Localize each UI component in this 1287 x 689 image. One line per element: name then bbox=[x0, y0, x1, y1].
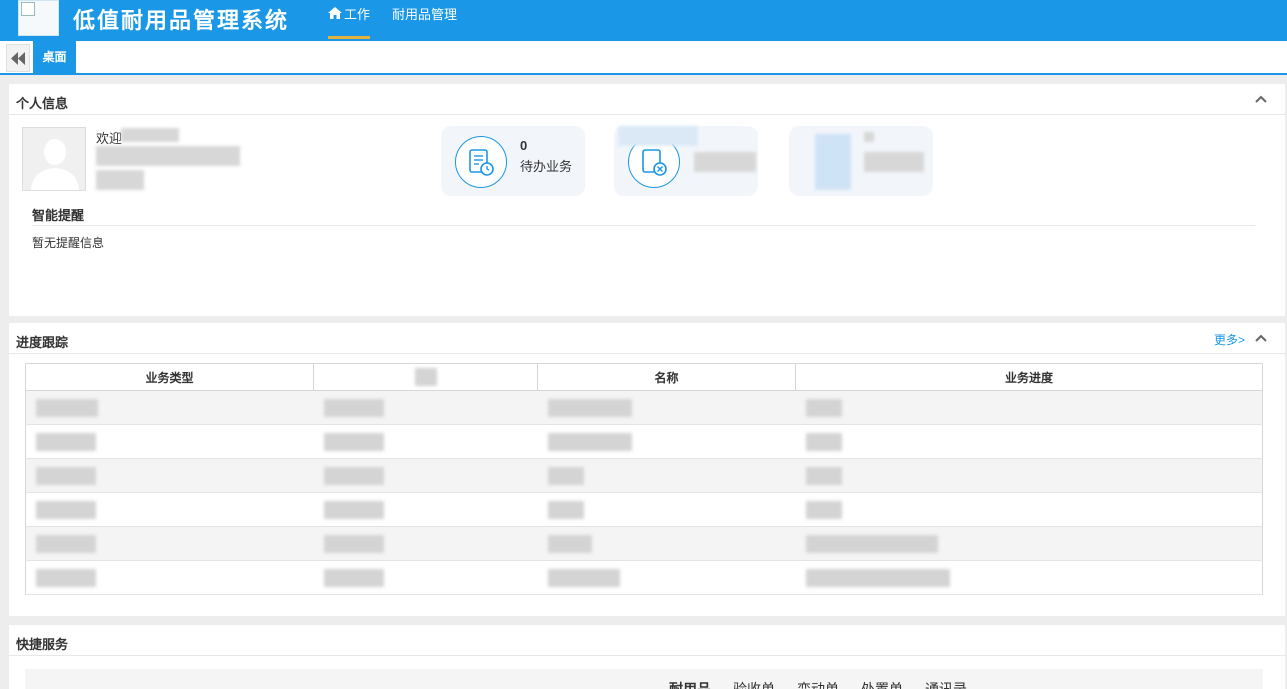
table-row[interactable] bbox=[25, 560, 1263, 595]
redacted-username bbox=[121, 128, 179, 142]
panel-header: 个人信息 bbox=[9, 84, 1285, 115]
table-cell bbox=[25, 560, 314, 595]
progress-table: 业务类型 名称 业务进度 bbox=[25, 363, 1263, 595]
table-cell bbox=[313, 458, 538, 493]
logo bbox=[18, 0, 59, 36]
table-cell bbox=[25, 424, 314, 459]
table-cell bbox=[537, 526, 796, 561]
redacted-stat-top bbox=[618, 126, 698, 146]
stat-card-second[interactable] bbox=[614, 126, 758, 196]
top-nav: 工作 耐用品管理 bbox=[328, 0, 479, 41]
redacted-stat-label bbox=[694, 152, 756, 172]
panel-header: 快捷服务 bbox=[9, 625, 1285, 656]
redacted-role bbox=[96, 170, 144, 190]
table-cell bbox=[795, 390, 1263, 425]
column-header-business-type: 业务类型 bbox=[25, 363, 314, 391]
table-cell bbox=[795, 560, 1263, 595]
table-cell bbox=[537, 390, 796, 425]
nav-durable-goods[interactable]: 耐用品管理 bbox=[392, 0, 457, 41]
panel-title: 快捷服务 bbox=[16, 637, 69, 652]
table-cell bbox=[537, 492, 796, 527]
broken-image-icon bbox=[21, 2, 35, 16]
table-cell bbox=[25, 492, 314, 527]
panel-header: 进度跟踪 更多> bbox=[9, 323, 1285, 354]
redacted-department bbox=[96, 146, 240, 166]
smart-reminder-title: 智能提醒 bbox=[32, 208, 85, 223]
double-left-arrow-icon bbox=[11, 52, 25, 65]
pending-label: 待办业务 bbox=[520, 159, 573, 174]
tab-back-button[interactable] bbox=[6, 44, 30, 72]
nav-work[interactable]: 工作 bbox=[328, 0, 371, 41]
stat-card-third[interactable] bbox=[789, 126, 933, 196]
more-link[interactable]: 更多> bbox=[1214, 331, 1245, 348]
table-cell bbox=[537, 424, 796, 459]
quick-tabs: 耐用品 验收单 变动单 处置单 通讯录 bbox=[669, 679, 989, 689]
table-cell bbox=[795, 458, 1263, 493]
table-cell bbox=[313, 560, 538, 595]
quick-service-panel: 快捷服务 耐用品 验收单 变动单 处置单 通讯录 bbox=[9, 625, 1285, 689]
panel-title: 个人信息 bbox=[16, 96, 69, 111]
pending-count: 0 bbox=[520, 138, 528, 153]
collapse-chevron-icon[interactable] bbox=[1255, 95, 1267, 103]
table-cell bbox=[537, 458, 796, 493]
user-icon bbox=[815, 134, 851, 190]
column-header-progress: 业务进度 bbox=[795, 363, 1263, 391]
quick-tab-change[interactable]: 变动单 bbox=[797, 679, 839, 689]
table-cell bbox=[25, 390, 314, 425]
app-title: 低值耐用品管理系统 bbox=[73, 8, 290, 33]
collapse-chevron-icon[interactable] bbox=[1255, 334, 1267, 342]
home-icon bbox=[328, 0, 342, 29]
table-row[interactable] bbox=[25, 390, 1263, 425]
table-cell bbox=[25, 526, 314, 561]
personal-info-panel: 个人信息 欢迎 0 待办业务 智能提醒 暂无提醒信息 bbox=[9, 84, 1285, 316]
table-row[interactable] bbox=[25, 492, 1263, 527]
table-cell bbox=[25, 458, 314, 493]
tab-bar: 桌面 bbox=[0, 41, 1287, 75]
nav-durable-goods-label: 耐用品管理 bbox=[392, 7, 458, 22]
quick-tab-acceptance[interactable]: 验收单 bbox=[733, 679, 775, 689]
redacted-header bbox=[414, 368, 437, 386]
panel-title: 进度跟踪 bbox=[16, 335, 69, 350]
table-cell bbox=[795, 424, 1263, 459]
table-cell bbox=[795, 526, 1263, 561]
table-cell bbox=[313, 390, 538, 425]
column-header-name: 名称 bbox=[537, 363, 796, 391]
smart-reminder-text: 暂无提醒信息 bbox=[32, 236, 105, 250]
quick-tab-disposal[interactable]: 处置单 bbox=[861, 679, 903, 689]
divider bbox=[32, 225, 1255, 226]
table-cell bbox=[313, 424, 538, 459]
table-cell bbox=[795, 492, 1263, 527]
top-header: 低值耐用品管理系统 工作 耐用品管理 bbox=[0, 0, 1287, 41]
quick-tab-contacts[interactable]: 通讯录 bbox=[925, 679, 967, 689]
user-silhouette-icon bbox=[23, 128, 85, 190]
table-cell bbox=[313, 492, 538, 527]
nav-work-label: 工作 bbox=[344, 7, 371, 22]
column-header-date bbox=[313, 363, 538, 391]
redacted-stat-label bbox=[864, 152, 924, 172]
redacted-stat-num bbox=[864, 132, 874, 142]
document-clock-icon bbox=[455, 136, 507, 188]
table-row[interactable] bbox=[25, 424, 1263, 459]
progress-tracking-panel: 进度跟踪 更多> 业务类型 名称 业务进度 bbox=[9, 323, 1285, 616]
table-row[interactable] bbox=[25, 458, 1263, 493]
table-cell bbox=[313, 526, 538, 561]
tab-desktop[interactable]: 桌面 bbox=[33, 41, 76, 73]
quick-tab-bar bbox=[25, 669, 1263, 689]
stat-card-pending[interactable]: 0 待办业务 bbox=[441, 126, 585, 196]
welcome-text: 欢迎 bbox=[96, 131, 123, 146]
avatar bbox=[22, 127, 86, 191]
table-row[interactable] bbox=[25, 526, 1263, 561]
table-cell bbox=[537, 560, 796, 595]
quick-tab-durable-goods[interactable]: 耐用品 bbox=[669, 679, 711, 689]
